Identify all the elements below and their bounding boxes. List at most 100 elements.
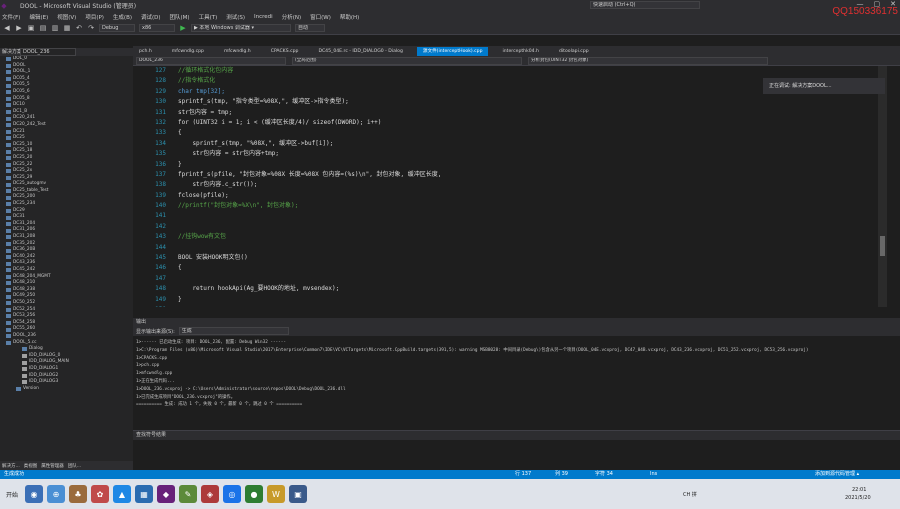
tree-item[interactable]: DC36_20B xyxy=(0,247,133,254)
tree-item[interactable]: DC25_18 xyxy=(0,148,133,155)
code-line[interactable]: str包内容 = str包内容+tmp; xyxy=(178,149,878,159)
forward-icon[interactable]: ▶ xyxy=(15,24,23,32)
undo-icon[interactable]: ↶ xyxy=(75,24,83,32)
tree-item[interactable]: DC43_236 xyxy=(0,260,133,267)
back-icon[interactable]: ◀ xyxy=(3,24,11,32)
menu-window[interactable]: 窗口(W) xyxy=(310,13,331,21)
app-icon[interactable]: ● xyxy=(245,485,263,503)
tab-doc[interactable]: mfcwndlg.h xyxy=(218,47,257,56)
tree-item[interactable]: IDD_DIALOG3 xyxy=(0,379,133,386)
tree-item[interactable]: IDD_DIALOG2 xyxy=(0,373,133,380)
output-text[interactable]: 1>------ 已启动生成: 项目: DOOL_236, 配置: Debug … xyxy=(136,339,876,409)
open-icon[interactable]: ▤ xyxy=(39,24,47,32)
tree-item[interactable]: DC05_6 xyxy=(0,89,133,96)
code-line[interactable]: { xyxy=(178,128,878,138)
editor-scrollbar[interactable] xyxy=(878,66,887,307)
app-icon[interactable]: ✎ xyxy=(179,485,197,503)
tree-item[interactable]: DC20_242_Test xyxy=(0,122,133,129)
solution-search-input[interactable]: DOOL_236 xyxy=(20,48,76,56)
output-source-select[interactable]: 生成 xyxy=(178,327,289,335)
code-line[interactable]: } xyxy=(178,160,878,170)
tree-item[interactable]: DC05_5 xyxy=(0,82,133,89)
code-line[interactable]: //挂钩wow有文包 xyxy=(178,232,878,242)
app-icon[interactable]: ⊕ xyxy=(47,485,65,503)
code-line[interactable] xyxy=(178,222,878,232)
tree-item[interactable]: IDD_DIALOG1 xyxy=(0,366,133,373)
tab-doc[interactable]: mfcwndlg.cpp xyxy=(166,47,210,56)
menu-analyze[interactable]: 分析(N) xyxy=(282,13,301,21)
menu-debug[interactable]: 调试(D) xyxy=(141,13,161,21)
redo-icon[interactable]: ↷ xyxy=(87,24,95,32)
clock-date[interactable]: 2021/5/20 xyxy=(845,495,871,501)
code-line[interactable]: BOOL 安装HOOK明文包() xyxy=(178,253,878,263)
member-select[interactable]: 分析封包(UINT32 封包对象) xyxy=(528,56,768,65)
menu-edit[interactable]: 编辑(E) xyxy=(29,13,48,21)
save-icon[interactable]: ▥ xyxy=(51,24,59,32)
code-line[interactable] xyxy=(178,211,878,221)
tree-item[interactable]: DC20_241 xyxy=(0,115,133,122)
clock-time[interactable]: 22:01 xyxy=(852,487,866,493)
tree-item[interactable]: DC10 xyxy=(0,102,133,109)
menu-test[interactable]: 测试(S) xyxy=(226,13,245,21)
code-line[interactable]: fclose(pfile); xyxy=(178,191,878,201)
save-all-icon[interactable]: ▦ xyxy=(63,24,71,32)
menu-build[interactable]: 生成(B) xyxy=(113,13,132,21)
app-icon[interactable]: ▣ xyxy=(289,485,307,503)
tab-doc[interactable]: DC45_04E.rc - IDD_DIALOG0 - Dialog xyxy=(312,47,408,56)
tab-solution-explorer[interactable]: 解决方... xyxy=(2,463,20,469)
tree-item[interactable]: DC48_210 xyxy=(0,280,133,287)
play-icon[interactable]: ▶ xyxy=(179,24,187,32)
app-icon[interactable]: ▦ xyxy=(135,485,153,503)
tree-item[interactable]: DOOL_5.cc xyxy=(0,340,133,347)
code-line[interactable] xyxy=(178,305,878,307)
app-icon[interactable]: ◉ xyxy=(25,485,43,503)
tree-item[interactable]: DC31 xyxy=(0,214,133,221)
tab-class-view[interactable]: 类视图 xyxy=(24,463,38,469)
app-icon[interactable]: ◈ xyxy=(201,485,219,503)
tab-property-manager[interactable]: 属性管理器 xyxy=(41,463,64,469)
tab-doc[interactable]: ditoolapi.cpp xyxy=(553,47,595,56)
tab-doc[interactable]: intercepthk04.h xyxy=(496,47,544,56)
menu-incredi[interactable]: Incredi xyxy=(254,14,273,20)
tree-item[interactable]: IDD_DIALOG_MAIN xyxy=(0,359,133,366)
visual-studio-icon[interactable]: ◆ xyxy=(157,485,175,503)
tree-item[interactable]: DC49_250 xyxy=(0,293,133,300)
code-line[interactable]: sprintf_s(tmp, "指令类型=%08X,", 缓冲区->指令类型); xyxy=(178,97,878,107)
code-line[interactable]: //printf("封包对象=%X\n", 封包对象); xyxy=(178,201,878,211)
tab-doc-active[interactable]: 源文件(interceptHook).cpp xyxy=(416,47,489,56)
tree-item[interactable]: DC25 xyxy=(0,135,133,142)
scope-select[interactable]: (全局范围) xyxy=(292,56,522,65)
app-icon[interactable]: ♣ xyxy=(69,485,87,503)
config-select[interactable]: Debug xyxy=(99,24,135,32)
tree-item[interactable]: DC53_256 xyxy=(0,313,133,320)
tab-doc[interactable]: pch.h xyxy=(133,47,158,56)
tab-team[interactable]: 团队... xyxy=(68,463,81,469)
new-project-icon[interactable]: ▣ xyxy=(27,24,35,32)
app-icon[interactable]: W xyxy=(267,485,285,503)
debugger-select[interactable]: ▶ 本地 Windows 调试器 ▾ xyxy=(191,24,291,32)
code-line[interactable]: //循环格式化包内容 xyxy=(178,66,878,76)
app-icon[interactable]: ◎ xyxy=(223,485,241,503)
code-line[interactable] xyxy=(178,274,878,284)
code-line[interactable]: fprintf_s(pfile, "封包对象=%08X 长度=%08X 包内容=… xyxy=(178,170,878,180)
code-editor[interactable]: 127 128 129 130 131 132 133 134 135 136 137 138 139 1… xyxy=(133,66,878,307)
platform-select[interactable]: x86 xyxy=(139,24,175,32)
tree-item[interactable]: DOOL_1 xyxy=(0,69,133,76)
tree-item[interactable]: DC25_autogmv xyxy=(0,181,133,188)
tree-item[interactable]: DOL_0 xyxy=(0,56,133,63)
tree-item[interactable]: Version xyxy=(0,386,133,393)
scrollbar-thumb[interactable] xyxy=(880,236,885,256)
code-line[interactable]: str包内容 = tmp; xyxy=(178,108,878,118)
project-select[interactable]: DOOL_236 xyxy=(136,56,286,65)
app-icon[interactable]: ✿ xyxy=(91,485,109,503)
auto-select[interactable]: 自动 xyxy=(295,24,325,32)
tree-item[interactable]: DC31_208 xyxy=(0,234,133,241)
menu-tools[interactable]: 工具(T) xyxy=(199,13,218,21)
code-line[interactable]: return hookApi(Ag_要HOOK的地址, mvsendex); xyxy=(178,284,878,294)
code-line[interactable]: } xyxy=(178,295,878,305)
code-line[interactable]: str包内容.c_str()); xyxy=(178,180,878,190)
menu-help[interactable]: 帮助(H) xyxy=(340,13,359,21)
tree-item[interactable]: DC25_2x xyxy=(0,168,133,175)
menu-team[interactable]: 团队(M) xyxy=(170,13,190,21)
source-control-button[interactable]: 添加到源代码管理 ▴ xyxy=(815,470,859,479)
